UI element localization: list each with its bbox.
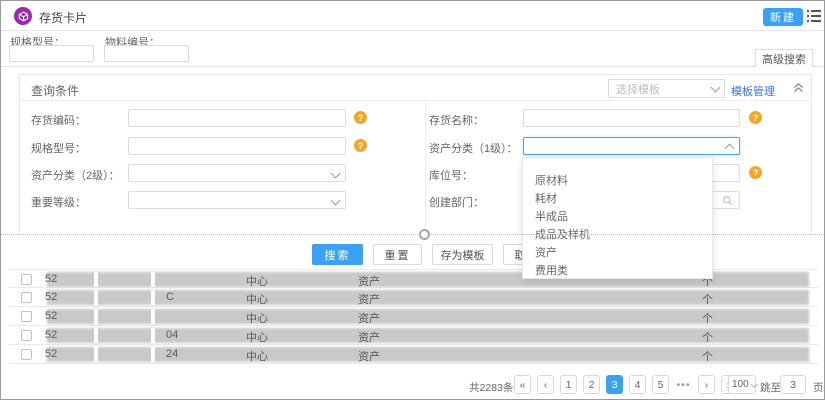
dropdown-option[interactable]: 耗材 (523, 190, 712, 208)
row-fragment: 24 (166, 348, 178, 360)
row-unit: 个 (702, 329, 713, 345)
page-unit-label: 页 (813, 380, 824, 395)
row-checkbox[interactable] (21, 330, 32, 341)
material-code-input[interactable] (104, 45, 189, 62)
spec-model-query-input[interactable] (128, 137, 346, 155)
row-code: 52 (45, 348, 57, 360)
dropdown-option[interactable]: 成品及样机 (523, 226, 712, 244)
row-checkbox[interactable] (21, 311, 32, 322)
help-icon[interactable]: ? (354, 111, 367, 124)
row-fragment: 04 (166, 329, 178, 341)
row-checkbox[interactable] (21, 349, 32, 360)
chevron-down-icon (712, 84, 719, 91)
page-first-button[interactable]: « (514, 375, 531, 394)
page-next-button[interactable]: › (698, 375, 715, 394)
row-center: 中心 (246, 291, 268, 307)
row-code: 52 (45, 310, 57, 322)
row-fragment: C (166, 291, 174, 303)
page-title: 存货卡片 (39, 9, 87, 26)
page-number-button[interactable]: 2 (583, 375, 600, 394)
chevron-down-icon (332, 197, 339, 204)
spec-model-input[interactable] (9, 45, 94, 62)
dropdown-option[interactable]: 资产 (523, 244, 712, 262)
help-icon[interactable]: ? (354, 139, 367, 152)
divider (1, 66, 824, 67)
row-code: 52 (45, 273, 57, 285)
row-checkbox[interactable] (21, 274, 32, 285)
search-icon (722, 195, 733, 206)
save-template-button[interactable]: 存为模板 (432, 244, 493, 265)
help-icon[interactable]: ? (749, 166, 762, 179)
page-size-select[interactable]: 100 (728, 375, 756, 394)
row-code: 52 (45, 291, 57, 303)
asset-class-2-select[interactable] (128, 164, 346, 182)
row-category: 资产 (358, 273, 380, 289)
help-icon[interactable]: ? (749, 111, 762, 124)
row-category: 资产 (358, 291, 380, 307)
chevron-down-icon (751, 382, 754, 387)
importance-level-select[interactable] (128, 191, 346, 209)
reset-button[interactable]: 重置 (373, 244, 422, 265)
template-manage-link[interactable]: 模板管理 (731, 83, 775, 99)
inventory-card-page: 存货卡片 新建 规格型号： 物料编号： 高级搜索 查询条件 选择模板 模板管理 … (0, 0, 825, 400)
inventory-name-label: 存货名称： (429, 112, 484, 128)
table-row[interactable]: 52 24 中心 资产 个 (9, 345, 818, 364)
table-row[interactable]: 52 中心 资产 个 (9, 307, 818, 326)
row-center: 中心 (246, 348, 268, 364)
row-center: 中心 (246, 329, 268, 345)
spec-model-query-label: 规格型号： (31, 140, 86, 156)
collapse-panel-icon[interactable] (792, 81, 805, 94)
row-center: 中心 (246, 273, 268, 289)
cube-icon (14, 7, 32, 25)
row-category: 资产 (358, 310, 380, 326)
search-button[interactable]: 搜索 (312, 244, 363, 265)
inventory-code-input[interactable] (128, 109, 346, 127)
row-unit: 个 (702, 291, 713, 307)
create-dept-label: 创建部门： (429, 194, 484, 210)
page-size-value: 100 (732, 379, 749, 390)
asset-class-2-label: 资产分类（2级）： (31, 167, 120, 183)
row-code: 52 (45, 329, 57, 341)
divider (19, 100, 812, 101)
resize-handle-icon[interactable] (419, 229, 430, 240)
table-row[interactable]: 52 04 中心 资产 个 (9, 326, 818, 345)
jump-to-label: 跳至 (760, 380, 781, 395)
page-number-button[interactable]: 1 (560, 375, 577, 394)
inventory-name-input[interactable] (523, 109, 740, 127)
inventory-code-label: 存货编码： (31, 112, 86, 128)
query-panel-title: 查询条件 (31, 82, 79, 99)
page-ellipsis[interactable]: ••• (675, 375, 692, 394)
row-unit: 个 (702, 348, 713, 364)
list-view-icon[interactable] (807, 10, 821, 22)
page-number-button-active[interactable]: 3 (606, 375, 623, 394)
bin-number-label: 库位号： (429, 167, 473, 183)
row-unit: 个 (702, 310, 713, 326)
asset-class-1-label: 资产分类（1级）： (429, 140, 518, 156)
divider (425, 101, 426, 235)
dropdown-option[interactable]: 半成品 (523, 208, 712, 226)
page-prev-button[interactable]: ‹ (537, 375, 554, 394)
page-header: 存货卡片 新建 (1, 1, 824, 31)
importance-level-label: 重要等级： (31, 194, 86, 210)
new-button[interactable]: 新建 (763, 8, 803, 26)
template-select-placeholder: 选择模板 (616, 81, 660, 97)
page-number-button[interactable]: 5 (652, 375, 669, 394)
dropdown-option[interactable]: 原材料 (523, 172, 712, 190)
asset-class-1-select[interactable] (523, 137, 740, 155)
row-checkbox[interactable] (21, 292, 32, 303)
asset-class-1-dropdown: 原材料 耗材 半成品 成品及样机 资产 费用类 (522, 157, 713, 279)
resize-divider (1, 234, 824, 235)
pagination-total: 共2283条 (469, 380, 513, 395)
tab-advanced-search[interactable]: 高级搜索 (755, 49, 813, 67)
template-select[interactable]: 选择模板 (608, 79, 725, 98)
table-row[interactable]: 52 C 中心 资产 个 (9, 288, 818, 307)
chevron-up-icon (726, 142, 733, 149)
row-category: 资产 (358, 348, 380, 364)
row-category: 资产 (358, 329, 380, 345)
jump-page-input[interactable] (780, 375, 806, 394)
row-center: 中心 (246, 310, 268, 326)
chevron-down-icon (332, 170, 339, 177)
dropdown-option[interactable]: 费用类 (523, 262, 712, 280)
page-number-button[interactable]: 4 (629, 375, 646, 394)
